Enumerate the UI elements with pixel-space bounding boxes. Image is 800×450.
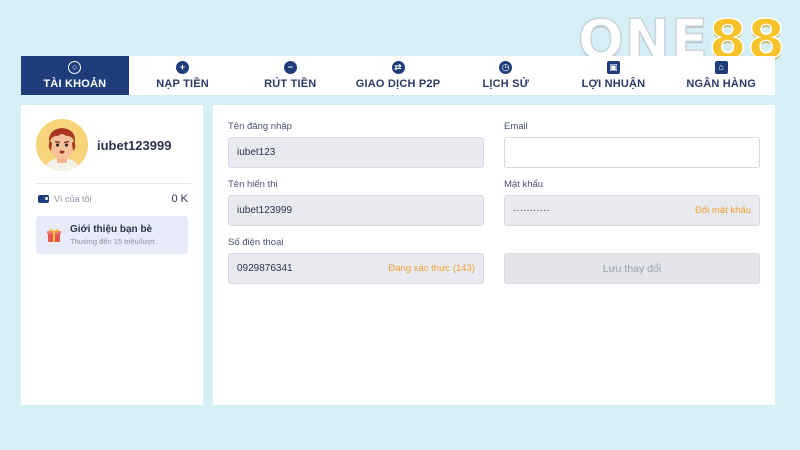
tab-bank[interactable]: ⌂ NGÂN HÀNG (667, 56, 775, 95)
tab-withdraw-label: RÚT TIỀN (264, 78, 317, 90)
email-label: Email (504, 121, 528, 132)
tab-deposit-label: NẠP TIỀN (156, 78, 209, 90)
wallet-row: Ví của tôi 0 K (38, 191, 188, 207)
referral-card[interactable]: Giới thiệu bạn bè Thưởng đến 15 triệu/lư… (36, 216, 188, 254)
login-name-label: Tên đăng nhập (228, 121, 292, 132)
phone-label: Số điện thoại (228, 237, 284, 248)
profile-divider (36, 183, 191, 184)
referral-text: Giới thiệu bạn bè Thưởng đến 15 triệu/lư… (70, 224, 155, 246)
swap-icon: ⇄ (391, 61, 405, 74)
tab-withdraw[interactable]: − RÚT TIỀN (236, 56, 344, 95)
phone-value: 0929876341 (237, 263, 293, 274)
gift-icon: ▣ (606, 61, 620, 74)
avatar-face-icon (36, 119, 88, 171)
tab-history-label: LỊCH SỬ (482, 78, 530, 90)
email-field[interactable] (504, 137, 760, 168)
tab-account-label: TÀI KHOẢN (43, 78, 107, 90)
wallet-balance: 0 K (171, 193, 188, 205)
tab-account[interactable]: ○ TÀI KHOẢN (21, 56, 129, 95)
save-changes-button[interactable]: Lưu thay đổi (504, 253, 760, 284)
password-field[interactable]: ··········· Đổi mật khẩu (504, 195, 760, 226)
display-name-field[interactable]: iubet123999 (228, 195, 484, 226)
referral-title: Giới thiệu bạn bè (70, 224, 153, 235)
tab-profit-label: LỢI NHUẬN (581, 78, 646, 90)
tab-deposit[interactable]: + NẠP TIỀN (129, 56, 237, 95)
display-name-label: Tên hiển thị (228, 179, 278, 190)
tab-history[interactable]: ◷ LỊCH SỬ (452, 56, 560, 95)
change-password-link[interactable]: Đổi mật khẩu (695, 205, 751, 216)
tab-p2p[interactable]: ⇄ GIAO DỊCH P2P (344, 56, 452, 95)
plus-icon: + (176, 61, 190, 74)
bank-icon: ⌂ (714, 61, 728, 74)
wallet-icon (38, 195, 49, 203)
tab-bank-label: NGÂN HÀNG (686, 78, 756, 90)
wallet-label: Ví của tôi (54, 194, 92, 204)
password-label: Mật khẩu (504, 179, 544, 190)
login-name-field[interactable]: iubet123 (228, 137, 484, 168)
account-tab-bar: ○ TÀI KHOẢN + NẠP TIỀN − RÚT TIỀN ⇄ GIAO… (21, 56, 775, 95)
avatar (36, 119, 88, 171)
login-name-value: iubet123 (237, 147, 276, 158)
password-value: ··········· (513, 205, 550, 216)
tab-p2p-label: GIAO DỊCH P2P (355, 78, 441, 90)
username: iubet123999 (97, 138, 172, 153)
profile-panel: iubet123999 Ví của tôi 0 K Giới thiệu bạ… (21, 105, 203, 405)
referral-subtitle: Thưởng đến 15 triệu/lượt (70, 237, 155, 246)
minus-icon: − (283, 61, 297, 74)
display-name-value: iubet123999 (237, 205, 293, 216)
account-form-panel: Tên đăng nhập iubet123 Email Tên hiển th… (213, 105, 775, 405)
gift-box-icon (47, 228, 61, 242)
clock-icon: ◷ (499, 61, 513, 74)
phone-field[interactable]: 0929876341 Đang xác thực (143) (228, 253, 484, 284)
user-icon: ○ (68, 61, 82, 74)
tab-profit[interactable]: ▣ LỢI NHUẬN (560, 56, 668, 95)
phone-verify-status[interactable]: Đang xác thực (143) (388, 263, 475, 274)
